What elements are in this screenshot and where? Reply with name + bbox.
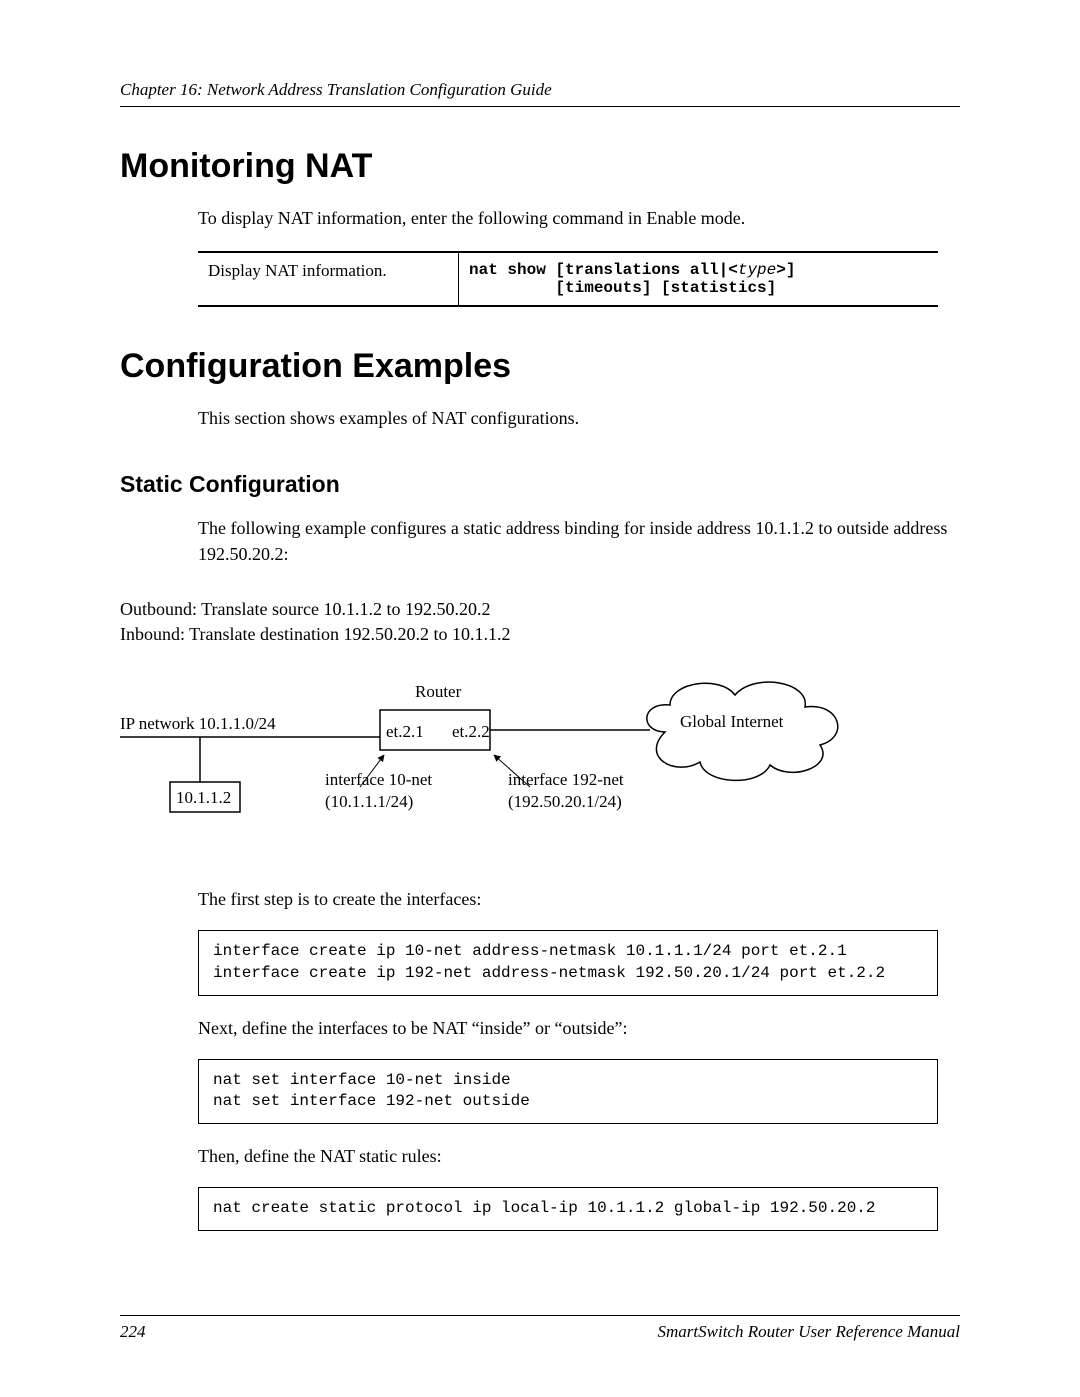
step1-text: The first step is to create the interfac… [198,887,960,912]
host-label: 10.1.1.2 [176,788,231,807]
code-block-1: interface create ip 10-net address-netma… [198,930,938,995]
cloud-icon: Global Internet [647,682,838,780]
iface10-addr: (10.1.1.1/24) [325,792,413,811]
heading-config-examples: Configuration Examples [120,347,960,386]
cloud-label: Global Internet [680,712,784,731]
heading-monitoring-nat: Monitoring NAT [120,147,960,186]
iface192-addr: (192.50.20.1/24) [508,792,622,811]
heading-static-config: Static Configuration [120,471,960,498]
caption-line2: Inbound: Translate destination 192.50.20… [120,624,511,644]
monitoring-command-table: Display NAT information. nat show [trans… [198,251,938,307]
monitoring-intro: To display NAT information, enter the fo… [198,206,960,231]
code-block-2: nat set interface 10-net inside nat set … [198,1059,938,1124]
table-desc-cell: Display NAT information. [198,252,459,306]
router-label: Router [415,682,462,701]
chapter-header: Chapter 16: Network Address Translation … [120,80,960,107]
step2-text: Next, define the interfaces to be NAT “i… [198,1016,960,1041]
caption-line1: Outbound: Translate source 10.1.1.2 to 1… [120,599,491,619]
page: Chapter 16: Network Address Translation … [0,0,1080,1397]
nat-diagram: IP network 10.1.1.0/24 10.1.1.2 Router e… [120,657,960,857]
iface192-label: interface 192-net [508,770,624,789]
step3-text: Then, define the NAT static rules: [198,1144,960,1169]
iface10-label: interface 10-net [325,770,432,789]
diagram-caption: Outbound: Translate source 10.1.1.2 to 1… [120,597,960,647]
port-left-label: et.2.1 [386,722,424,741]
manual-title: SmartSwitch Router User Reference Manual [658,1322,960,1342]
page-number: 224 [120,1322,146,1342]
static-intro: The following example configures a stati… [198,516,960,566]
cmd-param: type [738,261,776,279]
table-cmd-cell: nat show [translations all|<type>] [time… [459,252,939,306]
code-block-3: nat create static protocol ip local-ip 1… [198,1187,938,1231]
ip-network-label: IP network 10.1.1.0/24 [120,714,276,733]
port-right-label: et.2.2 [452,722,490,741]
footer: 224 SmartSwitch Router User Reference Ma… [120,1315,960,1342]
config-examples-intro: This section shows examples of NAT confi… [198,406,960,431]
cmd-prefix: nat show [translations all|< [469,261,738,279]
